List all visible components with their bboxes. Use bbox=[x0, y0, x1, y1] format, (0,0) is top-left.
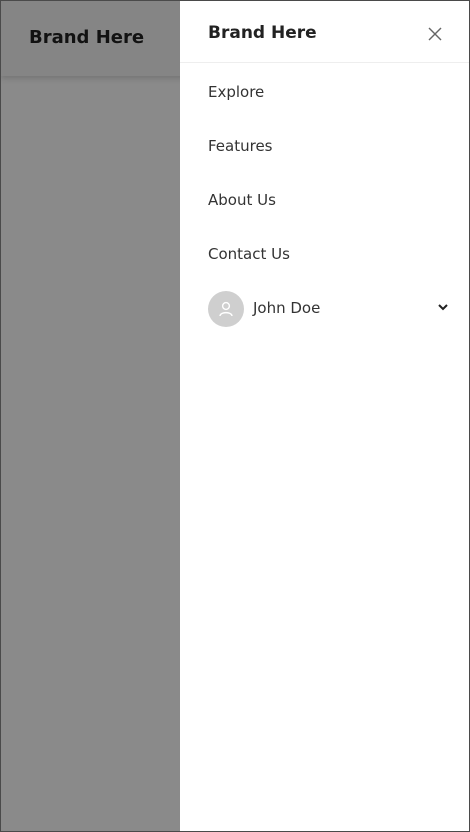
nav-item-explore[interactable]: Explore bbox=[180, 63, 469, 117]
nav-item-features[interactable]: Features bbox=[180, 117, 469, 171]
app-frame: Brand Here Brand Here Explore Features A… bbox=[0, 0, 470, 832]
chevron-down-icon bbox=[438, 304, 448, 311]
close-button[interactable] bbox=[426, 25, 444, 43]
user-icon bbox=[219, 301, 233, 317]
user-name: John Doe bbox=[253, 299, 321, 317]
avatar bbox=[208, 291, 244, 327]
nav-drawer: Brand Here Explore Features About Us Con… bbox=[180, 1, 469, 831]
user-menu-toggle[interactable]: John Doe bbox=[180, 289, 469, 329]
drawer-header: Brand Here bbox=[180, 1, 469, 63]
close-icon bbox=[428, 27, 442, 41]
nav-item-about-us[interactable]: About Us bbox=[180, 171, 469, 225]
nav-item-contact-us[interactable]: Contact Us bbox=[180, 225, 469, 279]
drawer-brand: Brand Here bbox=[208, 23, 317, 43]
drawer-nav: Explore Features About Us Contact Us bbox=[180, 63, 469, 279]
